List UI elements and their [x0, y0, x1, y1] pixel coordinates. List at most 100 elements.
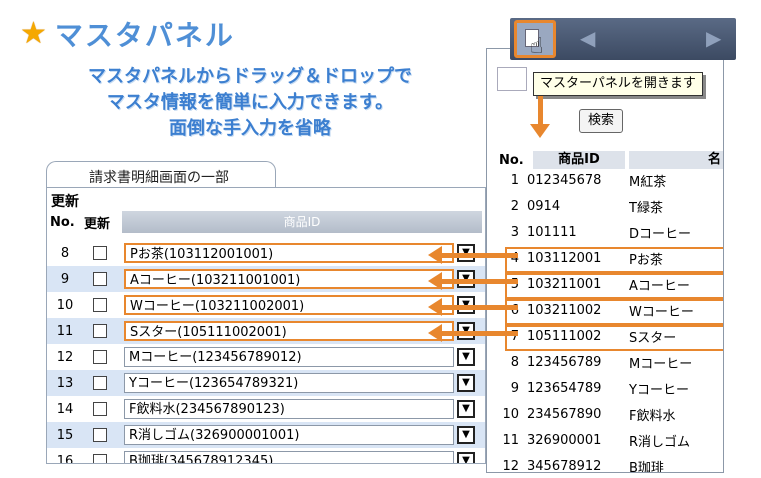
drag-arrow-icon	[428, 272, 442, 290]
product-id-field[interactable]: Sスター(105111002001)	[124, 321, 454, 341]
update-checkbox[interactable]	[93, 298, 107, 312]
update-checkbox[interactable]	[93, 246, 107, 260]
master-row[interactable]: 4 103112001 Pお茶	[487, 245, 723, 273]
product-id-field[interactable]: Wコーヒー(103211002001)	[124, 295, 454, 315]
master-row-name: F飲料水	[629, 408, 676, 424]
description-line-3: 面倒な手入力を省略	[169, 118, 331, 139]
master-panel: 検索 No. 商品ID 名 1 012345678 M紅茶 2 0914 T緑茶 3 10…	[486, 48, 724, 473]
table-header: No. 更新 商品ID	[47, 210, 485, 234]
master-row-pid: 123456789	[527, 354, 602, 370]
row-no: 14	[56, 401, 74, 417]
master-row-pid: 103211001	[527, 276, 602, 292]
master-row-name: Sスター	[629, 330, 677, 346]
update-checkbox[interactable]	[93, 402, 107, 416]
header-update: 更新	[83, 216, 110, 232]
tab-invoice-detail[interactable]: 請求書明細画面の一部	[46, 161, 276, 187]
description-line-2: マスタ情報を簡単に入力できます。	[106, 92, 394, 113]
dropdown-button[interactable]: ▼	[457, 348, 475, 366]
master-row[interactable]: 8 123456789 Mコーヒー	[487, 349, 723, 375]
master-row-pid: 101111	[527, 224, 577, 240]
master-row-pid: 234567890	[527, 406, 602, 422]
drag-arrow-icon	[428, 324, 442, 342]
update-checkbox[interactable]	[93, 324, 107, 338]
product-id-field[interactable]: F飲料水(234567890123)	[124, 399, 454, 419]
table-body: 8 Pお茶(103112001001) ▼ 9 Aコーヒー(1032110010…	[47, 240, 485, 464]
search-button[interactable]: 検索	[579, 109, 623, 133]
row-no: 9	[60, 271, 70, 287]
master-table-body: 1 012345678 M紅茶 2 0914 T緑茶 3 101111 Dコーヒー 4 103…	[487, 167, 723, 473]
invoice-detail-panel: 更新 No. 更新 商品ID 8 Pお茶(103112001001) ▼ 9 A…	[46, 187, 486, 464]
dropdown-button[interactable]: ▼	[457, 426, 475, 444]
row-no: 15	[56, 427, 74, 443]
table-row: 16 B珈琲(345678912345) ▼	[47, 448, 485, 464]
drag-arrow-shaft	[440, 305, 518, 310]
dropdown-button[interactable]: ▼	[457, 374, 475, 392]
master-row-name: B珈琲	[629, 460, 664, 473]
master-header-no: No.	[499, 152, 524, 168]
next-arrow-icon[interactable]: ▶	[706, 26, 721, 50]
master-row-no: 11	[502, 432, 519, 448]
master-row-no: 10	[502, 406, 519, 422]
table-row: 13 Yコーヒー(123654789321) ▼	[47, 370, 485, 396]
master-row[interactable]: 6 103211002 Wコーヒー	[487, 297, 723, 325]
product-id-field[interactable]: R消しゴム(326900001001)	[124, 425, 454, 445]
master-row[interactable]: 5 103211001 Aコーヒー	[487, 271, 723, 299]
master-row-name: M紅茶	[629, 174, 667, 190]
master-row-pid: 345678912	[527, 458, 602, 473]
master-row-name: T緑茶	[629, 200, 663, 216]
master-row-no: 2	[510, 198, 519, 214]
row-no: 12	[56, 349, 74, 365]
update-checkbox[interactable]	[93, 376, 107, 390]
master-row[interactable]: 11 326900001 R消しゴム	[487, 427, 723, 453]
table-row: 15 R消しゴム(326900001001) ▼	[47, 422, 485, 448]
header-no: No.	[50, 214, 75, 230]
update-checkbox[interactable]	[93, 428, 107, 442]
update-checkbox[interactable]	[93, 454, 107, 463]
master-row-pid: 103112001	[527, 250, 602, 266]
master-row-pid: 012345678	[527, 172, 602, 188]
table-row: 12 Mコーヒー(123456789012) ▼	[47, 344, 485, 370]
description-line-1: マスタパネルからドラッグ＆ドロップで	[88, 66, 412, 87]
product-id-field[interactable]: Aコーヒー(103211001001)	[124, 269, 454, 289]
hand-cursor-icon: ☝	[530, 34, 544, 59]
master-row[interactable]: 9 123654789 Yコーヒー	[487, 375, 723, 401]
master-row-no: 9	[510, 380, 519, 396]
update-checkbox[interactable]	[93, 350, 107, 364]
tooltip: マスターパネルを開きます	[533, 72, 703, 96]
master-row[interactable]: 10 234567890 F飲料水	[487, 401, 723, 427]
master-row-name: R消しゴム	[629, 434, 691, 450]
dropdown-button[interactable]: ▼	[457, 400, 475, 418]
master-row[interactable]: 12 345678912 B珈琲	[487, 453, 723, 473]
drag-arrow-shaft	[440, 279, 518, 284]
prev-arrow-icon[interactable]: ◀	[580, 26, 595, 50]
master-row[interactable]: 1 012345678 M紅茶	[487, 167, 723, 193]
down-arrow-icon	[530, 124, 550, 138]
dropdown-button[interactable]: ▼	[457, 452, 475, 463]
table-row: 14 F飲料水(234567890123) ▼	[47, 396, 485, 422]
master-row-name: Pお茶	[629, 252, 663, 268]
row-no: 11	[56, 323, 74, 339]
master-row-name: Dコーヒー	[629, 226, 692, 242]
row-no: 16	[56, 453, 74, 464]
master-row[interactable]: 3 101111 Dコーヒー	[487, 219, 723, 245]
search-input[interactable]	[497, 67, 527, 91]
star-icon: ★	[20, 16, 47, 51]
table-row: 11 Sスター(105111002001) ▼	[47, 318, 485, 344]
product-id-field[interactable]: B珈琲(345678912345)	[124, 451, 454, 463]
master-row-name: Aコーヒー	[629, 278, 690, 294]
section-title: 更新	[51, 194, 79, 210]
drag-arrow-icon	[428, 246, 442, 264]
row-no: 13	[56, 375, 74, 391]
header-product-id[interactable]: 商品ID	[122, 211, 482, 233]
master-row-no: 12	[502, 458, 519, 473]
product-id-field[interactable]: Yコーヒー(123654789321)	[124, 373, 454, 393]
drag-arrow-shaft	[440, 253, 518, 258]
master-row-pid: 103211002	[527, 302, 602, 318]
product-id-field[interactable]: Mコーヒー(123456789012)	[124, 347, 454, 367]
table-row: 10 Wコーヒー(103211002001) ▼	[47, 292, 485, 318]
product-id-field[interactable]: Pお茶(103112001001)	[124, 243, 454, 263]
update-checkbox[interactable]	[93, 272, 107, 286]
master-row[interactable]: 7 105111002 Sスター	[487, 323, 723, 351]
master-row-pid: 123654789	[527, 380, 602, 396]
master-row[interactable]: 2 0914 T緑茶	[487, 193, 723, 219]
